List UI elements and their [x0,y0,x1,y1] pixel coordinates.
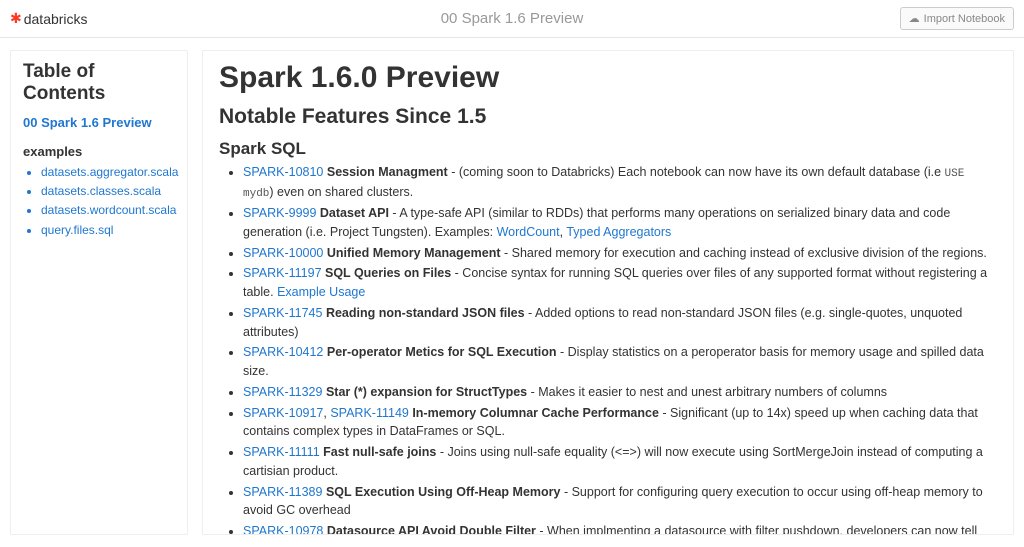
jira-link[interactable]: SPARK-9999 [243,206,316,220]
feature-title: Unified Memory Management [327,246,501,260]
brand-logo[interactable]: ✱ databricks [10,10,88,27]
list-item: SPARK-9999 Dataset API - A type-safe API… [243,204,997,242]
toc-examples-heading: examples [23,144,175,159]
logo-icon: ✱ [10,10,22,27]
example-link[interactable]: WordCount [497,225,560,239]
notebook-content: Spark 1.6.0 Preview Notable Features Sin… [202,50,1014,535]
feature-desc: ) even on shared clusters. [269,185,413,199]
section-heading: Notable Features Since 1.5 [219,105,997,129]
feature-title: SQL Queries on Files [325,266,451,280]
feature-title: Session Managment [327,165,448,179]
list-item: SPARK-10978 Datasource API Avoid Double … [243,522,997,535]
toc-heading: Table of Contents [23,61,175,105]
toc-example-item[interactable]: query.files.sql [41,221,175,240]
toc-examples-list: datasets.aggregator.scaladatasets.classe… [23,163,175,240]
example-link[interactable]: Typed Aggregators [566,225,671,239]
jira-link[interactable]: SPARK-11745 [243,306,322,320]
toc-example-item[interactable]: datasets.aggregator.scala [41,163,175,182]
page-title: Spark 1.6.0 Preview [219,61,997,95]
list-item: SPARK-11745 Reading non-standard JSON fi… [243,304,997,342]
header-bar: ✱ databricks 00 Spark 1.6 Preview ☁ Impo… [0,0,1024,38]
brand-text: databricks [24,11,88,27]
feature-title: Per-operator Metics for SQL Execution [327,345,557,359]
feature-title: Fast null-safe joins [323,445,436,459]
cloud-upload-icon: ☁ [909,12,920,25]
jira-link[interactable]: SPARK-10000 [243,246,323,260]
feature-desc: - Makes it easier to nest and unest arbi… [527,385,887,399]
feature-title: Star (*) expansion for StructTypes [326,385,527,399]
list-item: SPARK-11197 SQL Queries on Files - Conci… [243,264,997,302]
feature-desc: - (coming soon to Databricks) Each noteb… [448,165,945,179]
jira-link[interactable]: SPARK-10412 [243,345,323,359]
feature-title: Datasource API Avoid Double Filter [327,524,536,535]
jira-link[interactable]: SPARK-11197 [243,266,322,280]
jira-link[interactable]: SPARK-10810 [243,165,323,179]
body-row: Table of Contents 00 Spark 1.6 Preview e… [0,38,1024,547]
jira-link[interactable]: SPARK-11329 [243,385,322,399]
list-item: SPARK-11329 Star (*) expansion for Struc… [243,383,997,402]
list-item: SPARK-10917, SPARK-11149 In-memory Colum… [243,404,997,442]
jira-link[interactable]: SPARK-10978 [243,524,323,535]
feature-title: Reading non-standard JSON files [326,306,525,320]
import-notebook-button[interactable]: ☁ Import Notebook [900,7,1014,30]
list-item: SPARK-11389 SQL Execution Using Off-Heap… [243,483,997,521]
notebook-title: 00 Spark 1.6 Preview [441,10,584,27]
jira-link[interactable]: SPARK-11111 [243,445,320,459]
list-item: SPARK-10000 Unified Memory Management - … [243,244,997,263]
toc-example-item[interactable]: datasets.classes.scala [41,182,175,201]
sidebar: Table of Contents 00 Spark 1.6 Preview e… [10,50,188,535]
jira-link[interactable]: SPARK-11389 [243,485,322,499]
toc-main-link[interactable]: 00 Spark 1.6 Preview [23,115,175,130]
feature-title: Dataset API [320,206,389,220]
list-item: SPARK-10810 Session Managment - (coming … [243,163,997,202]
jira-link[interactable]: SPARK-10917 [243,406,323,420]
feature-desc: - Shared memory for execution and cachin… [501,246,987,260]
example-link[interactable]: Example Usage [277,285,365,299]
import-label: Import Notebook [924,13,1005,25]
toc-example-item[interactable]: datasets.wordcount.scala [41,201,175,220]
spark-sql-list: SPARK-10810 Session Managment - (coming … [219,163,997,535]
jira-link[interactable]: SPARK-11149 [330,406,409,420]
list-item: SPARK-10412 Per-operator Metics for SQL … [243,343,997,381]
feature-title: In-memory Columnar Cache Performance [412,406,659,420]
spark-sql-heading: Spark SQL [219,139,997,159]
feature-title: SQL Execution Using Off-Heap Memory [326,485,561,499]
list-item: SPARK-11111 Fast null-safe joins - Joins… [243,443,997,481]
